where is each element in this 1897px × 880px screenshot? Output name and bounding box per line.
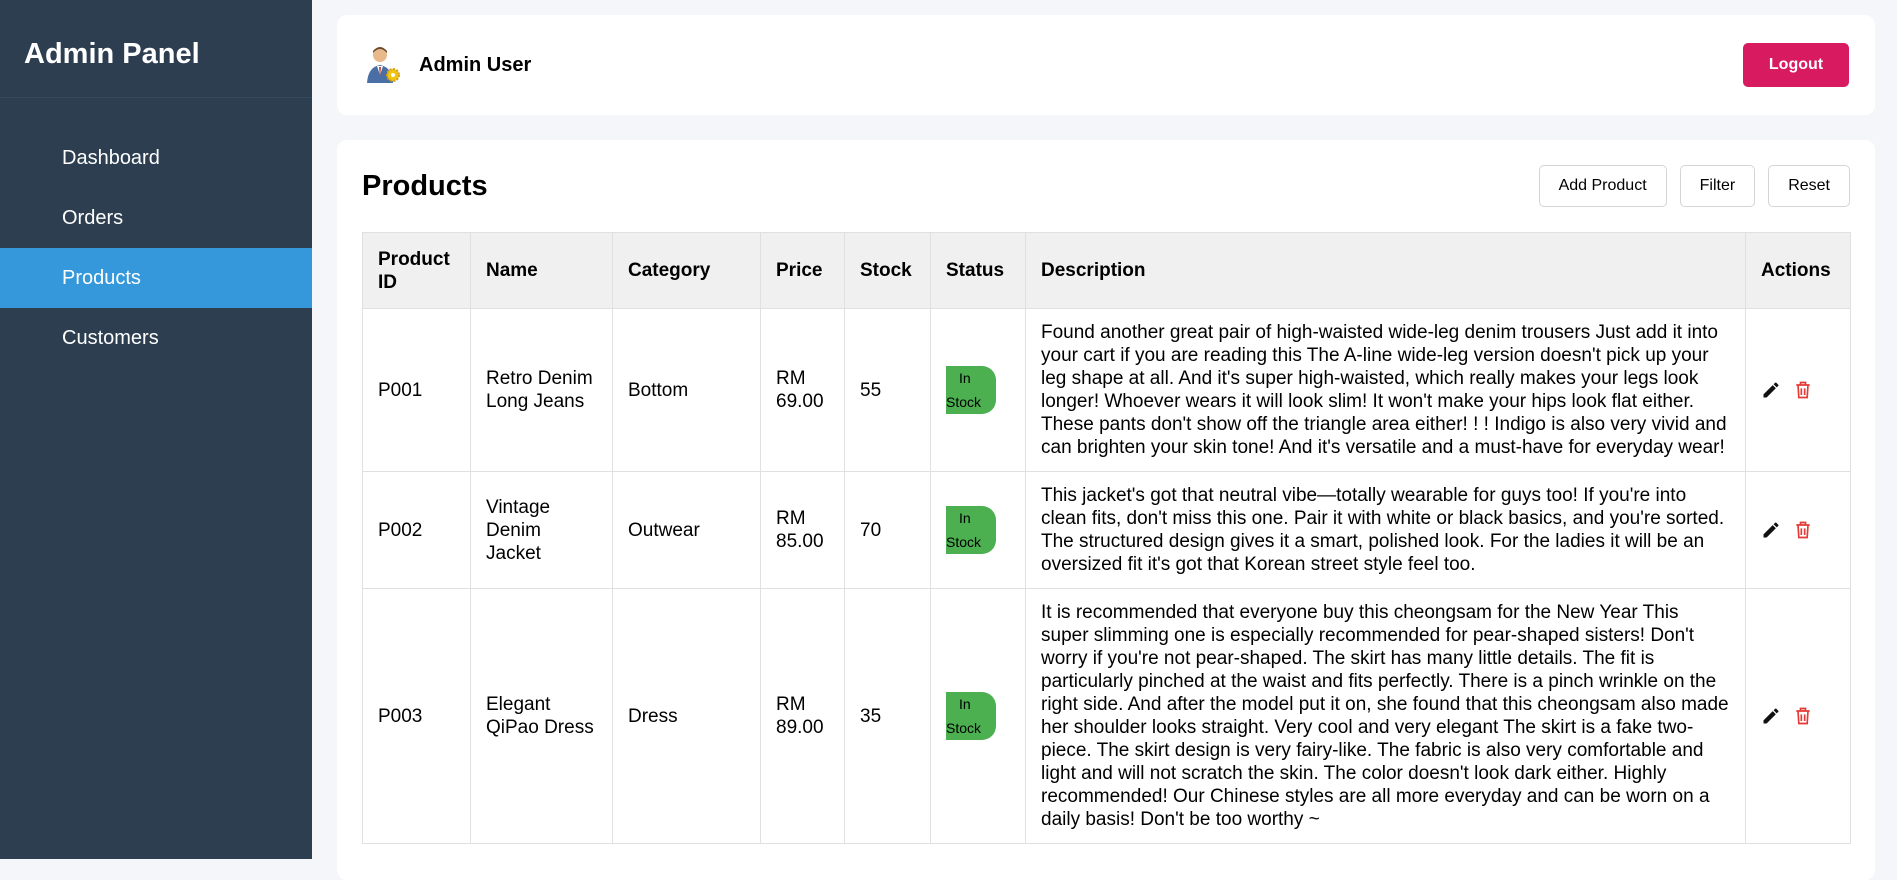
product-status-cell: In Stock	[930, 588, 1026, 844]
product-category-cell: Dress	[612, 588, 761, 844]
table-row: P003 Elegant QiPao Dress Dress RM 89.00 …	[362, 588, 1851, 844]
table-row: P002 Vintage Denim Jacket Outwear RM 85.…	[362, 471, 1851, 589]
table-row: P001 Retro Denim Long Jeans Bottom RM 69…	[362, 308, 1851, 472]
reset-button[interactable]: Reset	[1768, 165, 1850, 207]
main-content: Admin User Logout Products Add Product F…	[337, 0, 1875, 880]
product-description-cell: Found another great pair of high-waisted…	[1025, 308, 1746, 472]
column-header-product-id: Product ID	[362, 232, 471, 309]
sidebar-item-dashboard[interactable]: Dashboard	[0, 128, 312, 188]
sidebar-item-customers[interactable]: Customers	[0, 308, 312, 368]
trash-icon[interactable]	[1793, 379, 1813, 401]
admin-user-icon	[367, 47, 400, 83]
status-badge-text-1: In	[959, 510, 971, 526]
products-panel: Products Add Product Filter Reset Produc…	[337, 140, 1875, 880]
column-header-actions: Actions	[1745, 232, 1851, 309]
product-category-cell: Outwear	[612, 471, 761, 589]
product-actions-cell	[1745, 588, 1851, 844]
products-header: Products Add Product Filter Reset	[362, 140, 1850, 232]
logout-button[interactable]: Logout	[1743, 43, 1849, 87]
product-price-cell: RM 69.00	[760, 308, 845, 472]
product-description-cell: It is recommended that everyone buy this…	[1025, 588, 1746, 844]
status-badge: In Stock	[946, 366, 996, 414]
product-stock-cell: 35	[844, 588, 931, 844]
user-name: Admin User	[419, 53, 532, 76]
column-header-category: Category	[612, 232, 761, 309]
status-badge-text-1: In	[959, 370, 971, 386]
status-badge: In Stock	[946, 506, 996, 554]
product-actions-cell	[1745, 308, 1851, 472]
product-price-cell: RM 85.00	[760, 471, 845, 589]
status-badge-text-1: In	[959, 696, 971, 712]
add-product-button[interactable]: Add Product	[1538, 165, 1667, 207]
product-name-cell: Vintage Denim Jacket	[470, 471, 613, 589]
page-title: Products	[362, 169, 488, 202]
column-header-name: Name	[470, 232, 613, 309]
sidebar: Admin Panel Dashboard Orders Products Cu…	[0, 0, 312, 859]
product-name-cell: Retro Denim Long Jeans	[470, 308, 613, 472]
product-status-cell: In Stock	[930, 308, 1026, 472]
status-badge-text-2: Stock	[946, 394, 982, 410]
sidebar-title: Admin Panel	[0, 0, 312, 98]
trash-icon[interactable]	[1793, 519, 1813, 541]
sidebar-item-products[interactable]: Products	[0, 248, 312, 308]
column-header-status: Status	[930, 232, 1026, 309]
product-name-cell: Elegant QiPao Dress	[470, 588, 613, 844]
status-badge-text-2: Stock	[946, 720, 982, 736]
column-header-description: Description	[1025, 232, 1746, 309]
column-header-stock: Stock	[844, 232, 931, 309]
status-badge: In Stock	[946, 692, 996, 740]
trash-icon[interactable]	[1793, 705, 1813, 727]
product-stock-cell: 70	[844, 471, 931, 589]
toolbar: Add Product Filter Reset	[1538, 165, 1850, 207]
product-category-cell: Bottom	[612, 308, 761, 472]
product-id-cell: P001	[362, 308, 471, 472]
top-header: Admin User Logout	[337, 15, 1875, 115]
column-header-price: Price	[760, 232, 845, 309]
product-description-cell: This jacket's got that neutral vibe—tota…	[1025, 471, 1746, 589]
product-id-cell: P002	[362, 471, 471, 589]
products-table: Product ID Name Category Price Stock Sta…	[362, 232, 1851, 844]
product-price-cell: RM 89.00	[760, 588, 845, 844]
product-stock-cell: 55	[844, 308, 931, 472]
pencil-icon[interactable]	[1761, 706, 1781, 726]
table-header-row: Product ID Name Category Price Stock Sta…	[362, 232, 1851, 309]
pencil-icon[interactable]	[1761, 380, 1781, 400]
status-badge-text-2: Stock	[946, 534, 982, 550]
user-info: Admin User	[363, 45, 531, 85]
pencil-icon[interactable]	[1761, 520, 1781, 540]
product-actions-cell	[1745, 471, 1851, 589]
product-id-cell: P003	[362, 588, 471, 844]
sidebar-nav: Dashboard Orders Products Customers	[0, 128, 312, 368]
filter-button[interactable]: Filter	[1679, 165, 1756, 207]
sidebar-item-orders[interactable]: Orders	[0, 188, 312, 248]
product-status-cell: In Stock	[930, 471, 1026, 589]
